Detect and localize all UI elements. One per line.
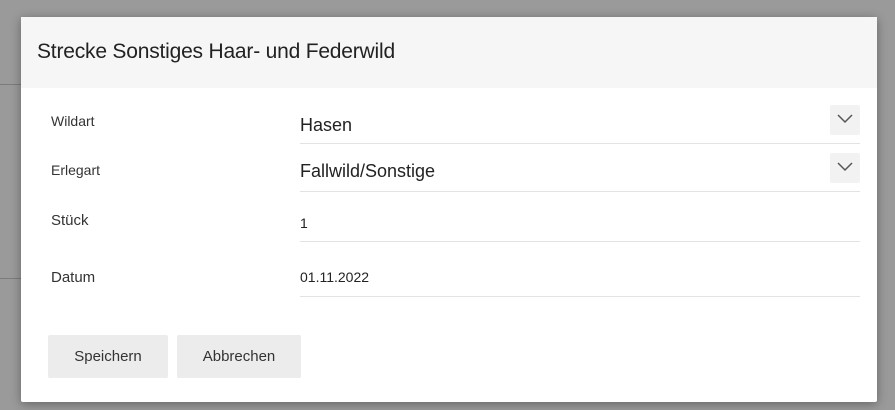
cancel-button[interactable]: Abbrechen: [177, 335, 301, 378]
erlegart-row: Erlegart Fallwild/Sonstige: [21, 153, 877, 193]
stueck-label: Stück: [51, 212, 89, 229]
wildart-value: Hasen: [300, 115, 353, 135]
chevron-down-icon: [837, 162, 853, 172]
save-button[interactable]: Speichern: [48, 335, 168, 378]
datum-label: Datum: [51, 269, 96, 286]
background-divider: [0, 278, 22, 279]
erlegart-value: Fallwild/Sonstige: [300, 161, 436, 181]
dialog-header: Strecke Sonstiges Haar- und Federwild: [21, 17, 877, 88]
erlegart-label: Erlegart: [51, 162, 101, 178]
background-divider: [0, 84, 22, 85]
dialog: Strecke Sonstiges Haar- und Federwild Wi…: [21, 17, 877, 402]
wildart-dropdown-toggle[interactable]: [830, 105, 860, 135]
wildart-row: Wildart Hasen: [21, 105, 877, 145]
erlegart-select[interactable]: Fallwild/Sonstige: [300, 153, 860, 192]
datum-row: Datum 01.11.2022: [21, 259, 877, 299]
erlegart-dropdown-toggle[interactable]: [830, 153, 860, 183]
datum-value: 01.11.2022: [300, 269, 370, 285]
dialog-title: Strecke Sonstiges Haar- und Federwild: [37, 40, 395, 63]
wildart-label: Wildart: [51, 113, 95, 129]
stueck-input[interactable]: 1: [300, 203, 860, 242]
chevron-down-icon: [837, 114, 853, 124]
stueck-row: Stück 1: [21, 203, 877, 243]
stueck-value: 1: [300, 215, 308, 231]
datum-input[interactable]: 01.11.2022: [300, 259, 860, 297]
wildart-select[interactable]: Hasen: [300, 105, 860, 144]
